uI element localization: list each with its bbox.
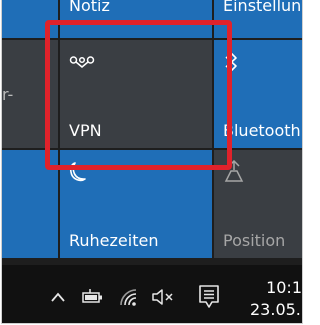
wifi-icon[interactable] <box>116 285 142 309</box>
tile-position-label: Position <box>223 231 286 250</box>
action-center-icon[interactable] <box>194 281 224 313</box>
action-center: Notiz Einstellun r- VPN Bluetooth Ruheze… <box>2 0 302 323</box>
tile-partial-left-bottom[interactable] <box>2 150 58 258</box>
tile-bluetooth-label: Bluetooth <box>223 121 301 140</box>
tile-position[interactable]: Position <box>214 150 302 258</box>
clock-time: 10:1 <box>266 278 302 297</box>
vpn-icon <box>69 48 97 76</box>
tile-partial-left-top[interactable] <box>2 0 58 38</box>
moon-icon <box>69 158 97 186</box>
position-icon <box>223 158 251 186</box>
clock-date: 23.05.2 <box>250 300 302 319</box>
tile-bluetooth[interactable]: Bluetooth <box>214 40 302 148</box>
tile-partial-left-middle[interactable]: r- <box>2 40 58 148</box>
tile-notiz[interactable]: Notiz <box>60 0 212 38</box>
tile-partial-left-label: r- <box>2 85 14 104</box>
tile-ruhezeiten-label: Ruhezeiten <box>69 231 159 250</box>
tile-vpn[interactable]: VPN <box>60 40 212 148</box>
tile-vpn-label: VPN <box>69 121 102 140</box>
bluetooth-icon <box>223 48 251 76</box>
tile-notiz-label: Notiz <box>69 0 110 15</box>
taskbar-clock[interactable]: 10:1 23.05.2 <box>250 277 302 321</box>
speaker-muted-icon[interactable] <box>150 285 178 309</box>
tile-einstellungen-label: Einstellun <box>223 0 302 15</box>
tile-einstellungen[interactable]: Einstellun <box>214 0 302 38</box>
tile-ruhezeiten[interactable]: Ruhezeiten <box>60 150 212 258</box>
battery-power-icon[interactable] <box>80 285 106 309</box>
chevron-up-icon[interactable] <box>48 285 68 309</box>
taskbar: 10:1 23.05.2 <box>2 265 302 323</box>
